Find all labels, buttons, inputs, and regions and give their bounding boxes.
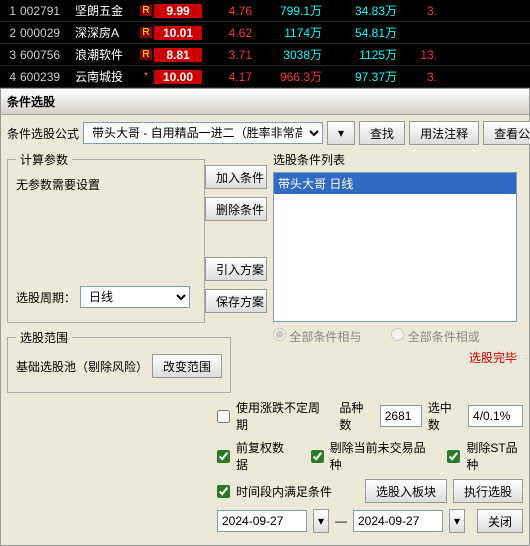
stock-code: 002791 [20,4,75,18]
stock-row[interactable]: 4 600239 云南城投 * 10.00 4.17 966.3万 97.37万… [0,66,530,88]
stock-amount: 97.37万 [322,68,397,85]
row-index: 1 [0,4,20,18]
stock-change: 4.62 [202,26,252,40]
stock-code: 600239 [20,70,75,84]
find-button[interactable]: 查找 [359,121,405,145]
usage-button[interactable]: 用法注释 [409,121,479,145]
count-value[interactable] [380,405,422,427]
range-legend: 选股范围 [16,329,72,346]
row-index: 2 [0,26,20,40]
condition-listbox[interactable]: 带头大哥 日线 [273,172,517,322]
row-index: 4 [0,70,20,84]
r-mark-icon: R [140,27,152,38]
stock-change: 3.71 [202,48,252,62]
period-label: 选股周期： [16,289,76,306]
stock-name: 坚朗五金 [75,2,140,19]
date-to-stepper[interactable]: ▾ [449,509,465,533]
calc-params-legend: 计算参数 [16,151,72,168]
stock-price: 8.81 [154,48,202,62]
stock-code: 000029 [20,26,75,40]
date-from-input[interactable] [217,510,307,532]
calc-params-fieldset: 计算参数 无参数需要设置 选股周期： 日线 [7,151,205,323]
execute-button[interactable]: 执行选股 [453,479,523,503]
radio-and[interactable]: 全部条件相与 [273,328,361,345]
stock-change: 4.76 [202,4,252,18]
excl-notrade-checkbox[interactable] [311,450,324,463]
change-range-button[interactable]: 改变范围 [152,354,222,378]
stock-volume: 1174万 [252,24,322,41]
date-from-stepper[interactable]: ▾ [313,509,329,533]
stock-amount: 34.83万 [322,2,397,19]
formula-select[interactable]: 带头大哥 - 自用精品一进二（胜率非常高） [83,122,323,144]
period-select[interactable]: 日线 [80,286,190,308]
condition-list-item[interactable]: 带头大哥 日线 [274,173,516,194]
var-period-checkbox[interactable] [217,410,230,423]
close-button[interactable]: 关闭 [477,509,523,533]
stock-name: 云南城投 [75,68,140,85]
stock-volume: 799.1万 [252,2,322,19]
range-pool-label: 基础选股池（剔除风险） [16,358,148,375]
timerange-label: 时间段内满足条件 [236,483,332,500]
dropdown-button[interactable]: ▾ [327,121,355,145]
stock-last: 3. [397,4,437,18]
r-mark-icon: R [140,49,152,60]
var-period-label: 使用涨跌不定周期 [236,399,327,433]
radio-or[interactable]: 全部条件相或 [391,328,479,345]
excl-st-label: 剔除ST品种 [466,439,523,473]
view-formula-button[interactable]: 查看公式 [483,121,530,145]
condition-stock-dialog: 条件选股 条件选股公式 带头大哥 - 自用精品一进二（胜率非常高） ▾ 查找 用… [0,88,530,546]
fq-label: 前复权数据 [236,439,290,473]
timerange-checkbox[interactable] [217,485,230,498]
add-condition-button[interactable]: 加入条件 [205,165,267,189]
stock-table: 1 002791 坚朗五金 R 9.99 4.76 799.1万 34.83万 … [0,0,530,88]
to-block-button[interactable]: 选股入板块 [365,479,447,503]
selected-value[interactable] [468,405,523,427]
count-label: 品种数 [339,399,373,433]
fq-checkbox[interactable] [217,450,230,463]
dialog-title: 条件选股 [1,89,529,115]
condition-list-label: 选股条件列表 [273,151,517,168]
stock-row[interactable]: 2 000029 深深房A R 10.01 4.62 1174万 54.81万 [0,22,530,44]
excl-notrade-label: 剔除当前未交易品种 [330,439,427,473]
no-params-text: 无参数需要设置 [16,176,196,286]
stock-change: 4.17 [202,70,252,84]
dash-label: — [335,514,347,528]
stock-row[interactable]: 1 002791 坚朗五金 R 9.99 4.76 799.1万 34.83万 … [0,0,530,22]
stock-price: 10.00 [154,70,202,84]
excl-st-checkbox[interactable] [447,450,460,463]
stock-code: 600756 [20,48,75,62]
status-text: 选股完毕 [273,349,517,366]
formula-label: 条件选股公式 [7,125,79,142]
stock-amount: 54.81万 [322,24,397,41]
selected-label: 选中数 [428,399,462,433]
delete-condition-button[interactable]: 删除条件 [205,197,267,221]
stock-name: 浪潮软件 [75,46,140,63]
stock-name: 深深房A [75,24,140,41]
date-to-input[interactable] [353,510,443,532]
star-mark-icon: * [140,71,152,82]
stock-amount: 1125万 [322,46,397,63]
stock-volume: 966.3万 [252,68,322,85]
range-fieldset: 选股范围 基础选股池（剔除风险） 改变范围 [7,329,231,393]
save-scheme-button[interactable]: 保存方案 [205,289,267,313]
stock-row[interactable]: 3 600756 浪潮软件 R 8.81 3.71 3038万 1125万 13… [0,44,530,66]
stock-volume: 3038万 [252,46,322,63]
row-index: 3 [0,48,20,62]
stock-last: 13. [397,48,437,62]
stock-last: 3. [397,70,437,84]
import-scheme-button[interactable]: 引入方案 [205,257,267,281]
stock-price: 9.99 [154,4,202,18]
stock-price: 10.01 [154,26,202,40]
r-mark-icon: R [140,5,152,16]
